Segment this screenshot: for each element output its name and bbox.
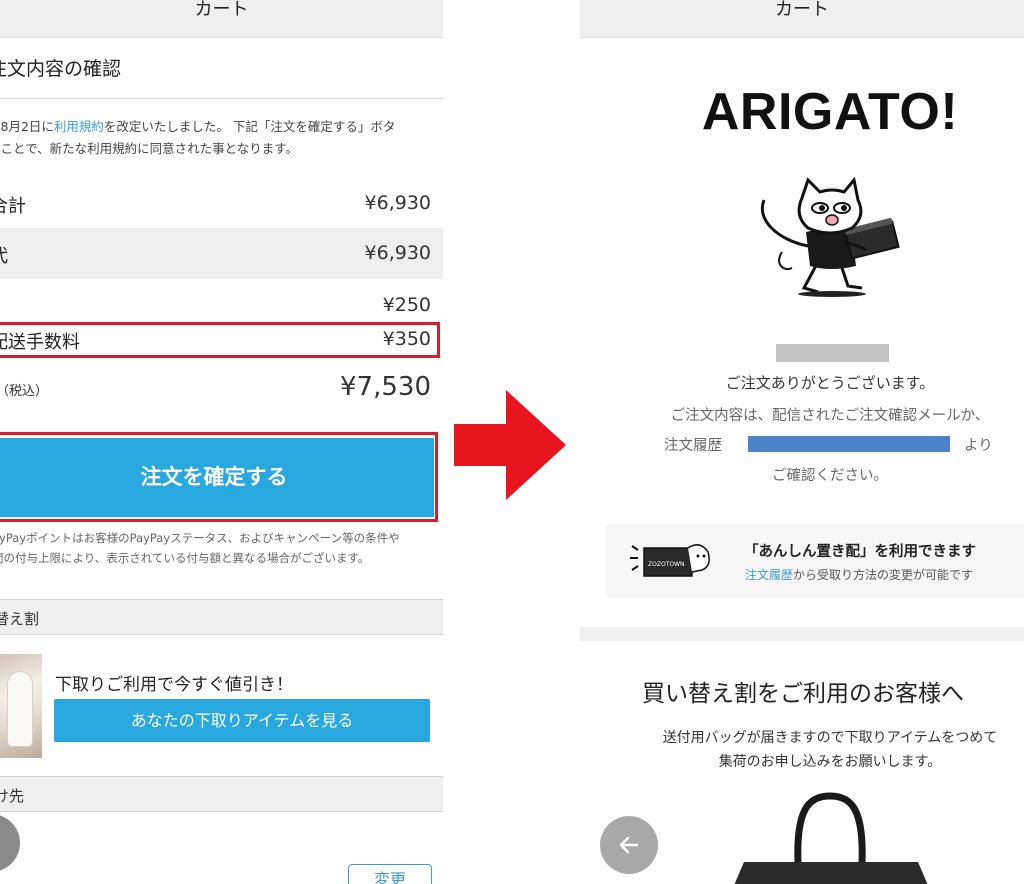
tradein-product-image — [0, 654, 42, 758]
cat-mascot-icon — [760, 176, 900, 297]
masked-order-history-link[interactable] — [748, 436, 950, 452]
section-label: け先 — [0, 787, 25, 805]
tradein-heading: 買い替え割をご利用のお客様へ — [642, 681, 964, 707]
order-confirmation-screen: カート 注文内容の確認 年8月2日に利用規約を改定いたしました。 下記「注文を確… — [0, 0, 443, 884]
tradein-section-header: 替え割 — [0, 599, 443, 635]
paypay-note: ayPayポイントはお客様のPayPayステータス、およびキャンペーン等の条件や… — [0, 528, 442, 568]
note-line2: 間の付与上限により、表示されている付与額と異なる場合がございます。 — [0, 551, 370, 565]
header-bar: カート — [580, 0, 1024, 38]
header-bar: カート — [0, 0, 443, 38]
terms-link[interactable]: 利用規約 — [54, 119, 104, 134]
view-tradein-items-button[interactable]: あなたの下取りアイテムを見る — [54, 699, 430, 742]
section-title: 注文内容の確認 — [0, 58, 122, 80]
tradein-description: 送付用バッグが届きますので下取りアイテムをつめて 集荷のお申し込みをお願いします… — [580, 726, 1024, 774]
masked-customer-name — [776, 344, 889, 362]
terms-notice: 年8月2日に利用規約を改定いたしました。 下記「注文を確定する」ボタ すことで、… — [0, 116, 438, 160]
divider — [0, 98, 443, 99]
total-value: ¥7,530 — [340, 372, 431, 402]
change-button[interactable]: 変更 — [348, 864, 432, 884]
total-row: （税込） ¥7,530 — [0, 364, 443, 412]
back-button[interactable] — [0, 814, 20, 872]
subtotal-row: 合計 ¥6,930 — [0, 178, 443, 229]
confirm-text-line3: ご確認ください。 — [772, 468, 888, 484]
total-label: （税込） — [0, 384, 49, 399]
order-history-label: 注文履歴 — [664, 438, 722, 454]
notice-line2: すことで、新たな利用規約に同意された事となります。 — [0, 141, 299, 156]
notice-suffix: を改定いたしました。 下記「注文を確定する」ボタ — [103, 119, 396, 134]
order-history-link[interactable]: 注文履歴 — [745, 568, 793, 582]
desc-line1: 送付用バッグが届きますので下取りアイテムをつめて — [662, 730, 998, 746]
row-label: 代 — [0, 242, 8, 268]
anshin-title: 「あんしん置き配」を利用できます — [744, 544, 976, 560]
back-arrow-icon — [619, 836, 639, 854]
arigato-heading: ARIGATO! — [701, 83, 959, 141]
price-row: 代 ¥6,930 — [0, 228, 443, 279]
note-line1: ayPayポイントはお客様のPayPayステータス、およびキャンペーン等の条件や — [0, 531, 400, 545]
confirm-text-suffix: より — [964, 438, 993, 454]
section-divider — [580, 627, 1024, 641]
order-complete-screen: カート ARIGATO! ご注文ありがとうございます。 ご注文内容は、配信された… — [580, 0, 1024, 884]
row-value: ¥6,930 — [364, 192, 431, 214]
row-value: ¥6,930 — [364, 242, 431, 264]
delivery-section-header: け先 — [0, 776, 443, 812]
header-title: カート — [775, 0, 829, 20]
delivery-box-icon: ZOZOTOWN — [630, 544, 710, 577]
anshin-suffix: から受取り方法の変更が可能です — [793, 568, 974, 582]
highlight-box — [0, 322, 440, 358]
box-logo-text: ZOZOTOWN — [648, 561, 684, 568]
confirm-text-line1: ご注文内容は、配信されたご注文確認メールか、 — [670, 408, 990, 424]
row-label: 合計 — [0, 196, 26, 217]
row-value: ¥250 — [382, 294, 431, 316]
anshin-subtitle: 注文履歴から受取り方法の変更が可能です — [745, 566, 973, 583]
desc-line2: 集荷のお申し込みをお願いします。 — [718, 754, 942, 770]
tote-bag-icon — [734, 792, 928, 884]
back-button[interactable] — [600, 816, 658, 874]
anshin-delivery-banner[interactable]: ZOZOTOWN 「あんしん置き配」を利用できます 注文履歴から受取り方法の変更… — [606, 524, 1024, 598]
header-title: カート — [194, 0, 249, 20]
notice-prefix: 年8月2日に — [0, 119, 54, 134]
thanks-message: ご注文ありがとうございます。 — [725, 374, 935, 392]
section-label: 替え割 — [0, 610, 40, 628]
right-arrow-icon — [454, 390, 566, 500]
tradein-text: 下取りご利用で今すぐ値引き！ — [55, 675, 293, 695]
confirm-order-button[interactable]: 注文を確定する — [0, 438, 434, 517]
